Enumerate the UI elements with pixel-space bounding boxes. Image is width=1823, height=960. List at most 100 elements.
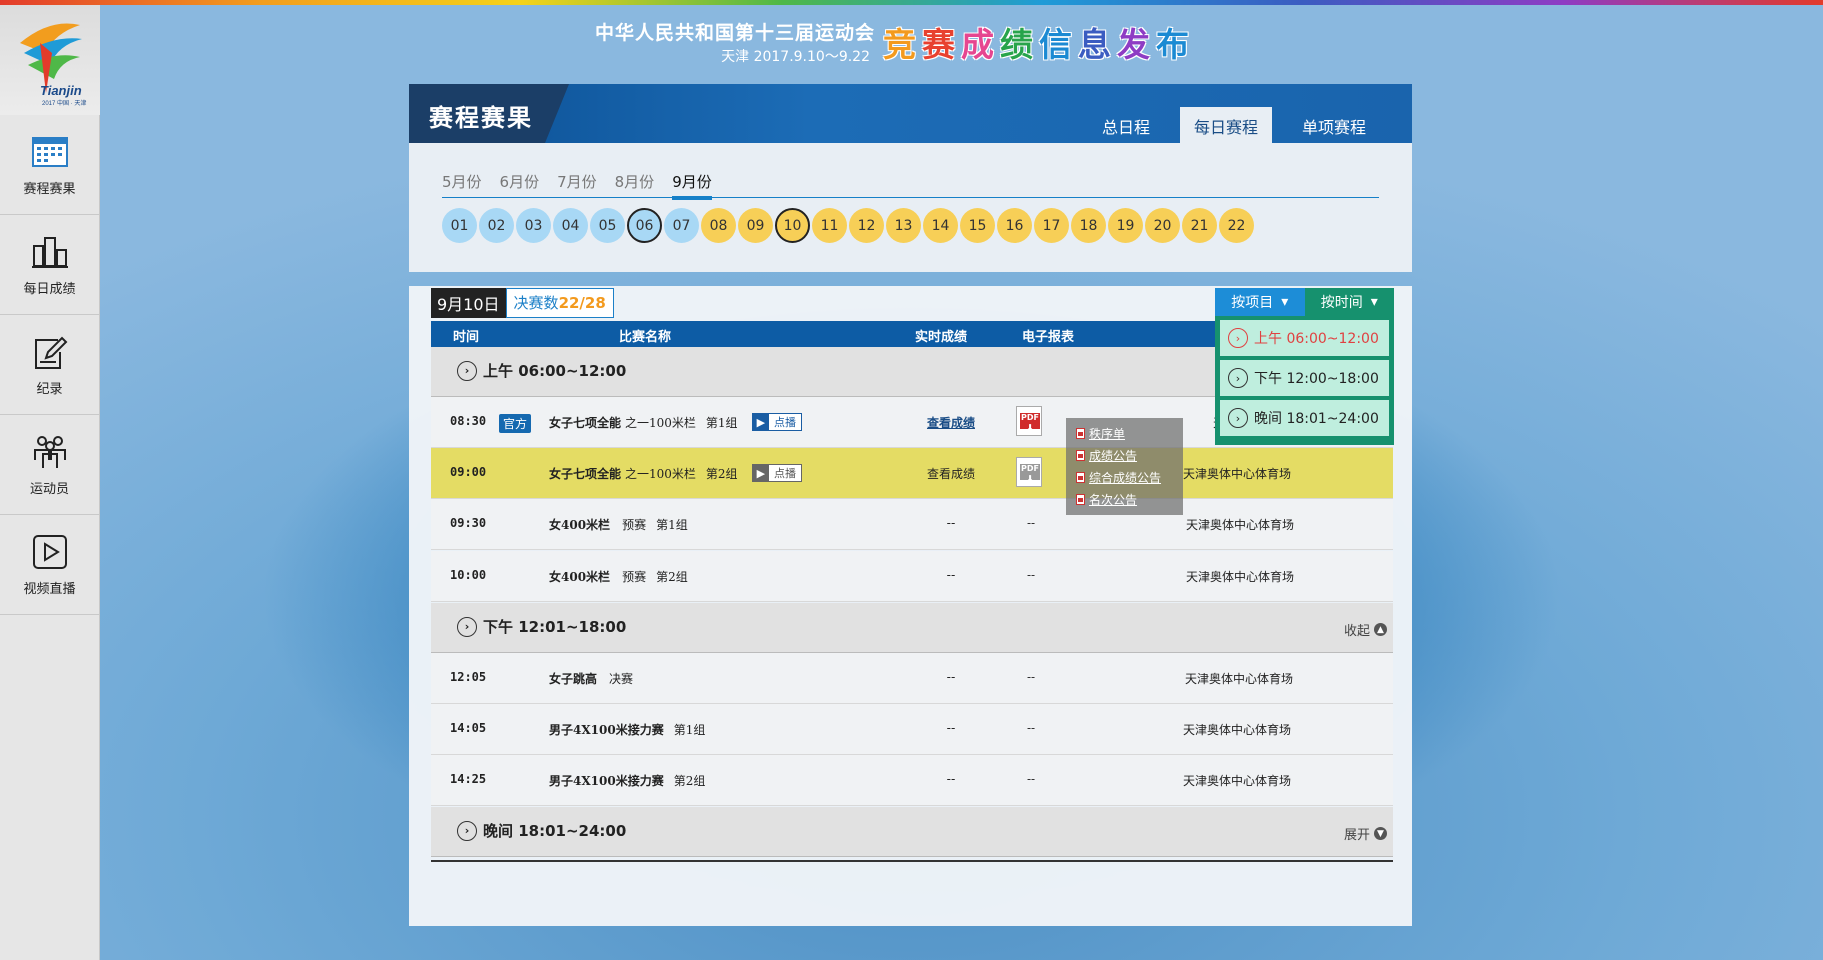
pdf-results-notice[interactable]: 成绩公告 [1076, 444, 1183, 466]
title-char: 成 [961, 25, 1000, 64]
title-char: 息 [1078, 25, 1117, 64]
table-row-highlighted[interactable]: 09:00 女子七项全能 之一100米栏 第2组 ▶ 点播 查看成绩 PDF ⬇ 天… [431, 448, 1393, 499]
day-12[interactable]: 12 [849, 208, 884, 243]
title-char: 绩 [1000, 25, 1039, 64]
pdf-order-of-events[interactable]: 秩序单 [1076, 422, 1183, 444]
time-option-afternoon[interactable]: › 下午 12:00~18:00 [1220, 360, 1389, 396]
caret-down-icon: ▾ [1281, 294, 1289, 310]
pdf-file-icon [1076, 493, 1085, 505]
day-19[interactable]: 19 [1108, 208, 1143, 243]
event-group: 第1组 [705, 415, 738, 430]
chevron-up-icon: ▲ [1374, 623, 1387, 636]
group-afternoon[interactable]: › 下午 12:01~18:00 收起 ▲ [431, 603, 1393, 653]
day-08[interactable]: 08 [701, 208, 736, 243]
vod-button[interactable]: ▶ 点播 [751, 413, 803, 431]
month-august[interactable]: 8月份 [615, 171, 655, 200]
sidebar-item-schedule[interactable]: 赛程赛果 [0, 115, 99, 215]
day-21[interactable]: 21 [1182, 208, 1217, 243]
sidebar-item-label: 赛程赛果 [23, 182, 76, 197]
table-row[interactable]: 12:05 女子跳高 决赛 -- -- 天津奥体中心体育场 [431, 653, 1393, 704]
day-17[interactable]: 17 [1034, 208, 1069, 243]
sidebar-item-label: 运动员 [29, 482, 69, 497]
day-07[interactable]: 07 [664, 208, 699, 243]
day-01[interactable]: 01 [442, 208, 477, 243]
day-22[interactable]: 22 [1219, 208, 1254, 243]
clock-icon: › [457, 616, 477, 637]
vod-button[interactable]: ▶ 点播 [751, 464, 803, 482]
top-color-stripe [0, 0, 1823, 5]
month-july[interactable]: 7月份 [557, 171, 597, 200]
sort-by-time-button[interactable]: 按时间 ▾ [1305, 288, 1395, 316]
day-13[interactable]: 13 [886, 208, 921, 243]
day-20[interactable]: 20 [1145, 208, 1180, 243]
pdf-rankings-notice[interactable]: 名次公告 [1076, 488, 1183, 510]
row-venue: 天津奥体中心体育场 [1183, 774, 1292, 788]
sidebar-item-athletes[interactable]: 运动员 [0, 415, 99, 515]
time-option-morning[interactable]: › 上午 06:00~12:00 [1220, 320, 1389, 356]
row-venue: 天津奥体中心体育场 [1186, 570, 1295, 584]
day-03[interactable]: 03 [516, 208, 551, 243]
day-06[interactable]: 06 [627, 208, 662, 243]
day-09[interactable]: 09 [738, 208, 773, 243]
table-row[interactable]: 14:05 男子4X100米接力赛 第1组 -- -- 天津奥体中心体育场 [431, 704, 1393, 755]
finals-label: 决赛数 [513, 294, 559, 312]
row-venue: 天津奥体中心体育场 [1183, 723, 1292, 737]
time-option-evening[interactable]: › 晚间 18:01~24:00 [1220, 400, 1389, 436]
collapse-toggle[interactable]: 收起 ▲ [1344, 620, 1387, 639]
report-value: -- [1026, 721, 1036, 735]
day-14[interactable]: 14 [923, 208, 958, 243]
sidebar-item-video-live[interactable]: 视频直播 [0, 515, 99, 615]
pdf-icon[interactable]: PDF ⬇ [1016, 457, 1042, 487]
games-dates: 天津 2017.9.10～9.22 [721, 49, 870, 65]
sidebar-item-label: 每日成绩 [23, 282, 76, 297]
live-result: -- [946, 772, 956, 786]
day-15[interactable]: 15 [960, 208, 995, 243]
live-result: -- [946, 670, 956, 684]
pdf-report-menu: 秩序单 成绩公告 综合成绩公告 名次公告 [1066, 418, 1183, 515]
live-result: -- [946, 516, 956, 530]
title-char: 布 [1156, 25, 1195, 64]
event-group: 第2组 [656, 570, 688, 584]
caret-down-icon: ▾ [1370, 294, 1378, 310]
pdf-icon[interactable]: PDF ⬇ [1016, 406, 1042, 436]
month-june[interactable]: 6月份 [500, 171, 540, 200]
day-11[interactable]: 11 [812, 208, 847, 243]
expand-toggle[interactable]: 展开 ▼ [1344, 824, 1387, 843]
table-row[interactable]: 09:30 女400米栏 预赛 第1组 -- -- 天津奥体中心体育场 [431, 499, 1393, 550]
pdf-file-icon [1076, 471, 1085, 483]
pdf-combined-results[interactable]: 综合成绩公告 [1076, 466, 1183, 488]
sidebar-item-records[interactable]: 纪录 [0, 315, 99, 415]
month-september[interactable]: 9月份 [672, 171, 712, 200]
view-results-link[interactable]: 查看成绩 [916, 414, 986, 431]
tab-overall-schedule[interactable]: 总日程 [1088, 107, 1164, 143]
report-value: -- [1026, 670, 1036, 684]
day-04[interactable]: 04 [553, 208, 588, 243]
group-label: 上午 06:00~12:00 [483, 362, 627, 380]
day-10[interactable]: 10 [775, 208, 810, 243]
sidebar-item-label: 视频直播 [23, 582, 76, 597]
day-18[interactable]: 18 [1071, 208, 1106, 243]
table-row[interactable]: 14:25 男子4X100米接力赛 第2组 -- -- 天津奥体中心体育场 [431, 755, 1393, 806]
calendar-icon [31, 137, 68, 167]
col-live-results: 实时成绩 [915, 330, 968, 345]
logo[interactable]: Tianjin 2017 中国 · 天津 [0, 5, 100, 115]
event-name: 女400米栏 [549, 518, 611, 532]
sidebar-item-daily-results[interactable]: 每日成绩 [0, 215, 99, 315]
month-divider [442, 197, 1379, 198]
day-05[interactable]: 05 [590, 208, 625, 243]
view-results-link[interactable]: 查看成绩 [916, 465, 986, 482]
tab-daily-schedule[interactable]: 每日赛程 [1179, 107, 1272, 143]
event-detail: 决赛 [609, 672, 634, 686]
row-time: 10:00 [450, 568, 487, 582]
month-may[interactable]: 5月份 [442, 171, 482, 200]
live-result: -- [946, 721, 956, 735]
event-detail: 预赛 [622, 518, 647, 532]
tab-event-schedule[interactable]: 单项赛程 [1288, 107, 1380, 143]
table-row[interactable]: 10:00 女400米栏 预赛 第2组 -- -- 天津奥体中心体育场 [431, 551, 1393, 602]
group-evening[interactable]: › 晚间 18:01~24:00 展开 ▼ [431, 807, 1393, 857]
sort-by-event-button[interactable]: 按项目 ▾ [1215, 288, 1305, 316]
day-16[interactable]: 16 [997, 208, 1032, 243]
day-02[interactable]: 02 [479, 208, 514, 243]
date-bar: 9月10日 决赛数22/28 [431, 288, 614, 318]
title-char: 发 [1117, 25, 1156, 64]
